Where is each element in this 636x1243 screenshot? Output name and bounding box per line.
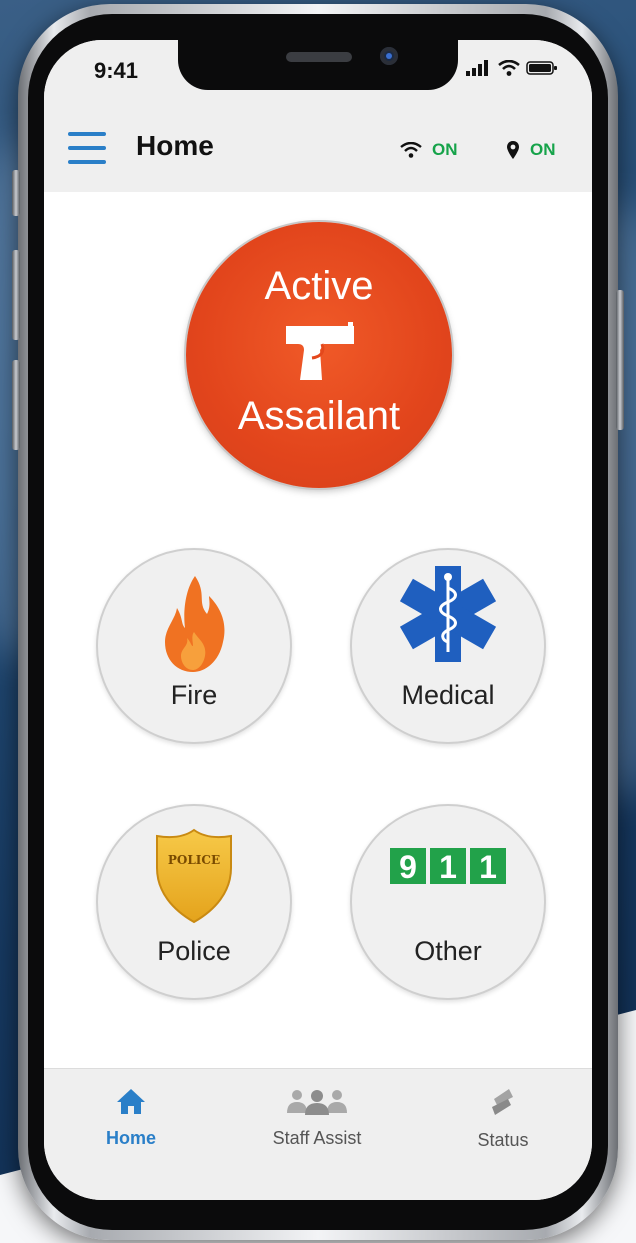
emergency-grid: Active Assailant Fire Medical POLICE Pol… bbox=[44, 192, 592, 1068]
medical-label: Medical bbox=[401, 680, 495, 710]
status-icon bbox=[492, 1089, 513, 1115]
tab-bar: Home Staff Assist Status bbox=[44, 1068, 592, 1200]
tab-home-label: Home bbox=[105, 1128, 156, 1148]
speaker-grille bbox=[286, 52, 352, 62]
location-status-text: ON bbox=[530, 140, 556, 159]
cellular-signal-icon bbox=[466, 60, 488, 76]
active-assailant-button[interactable]: Active Assailant bbox=[186, 222, 452, 488]
status-icons bbox=[466, 60, 558, 76]
phone-screen: 9:41 Home ON ON Active Assailant Fire Me… bbox=[44, 40, 592, 1200]
flame-icon bbox=[165, 576, 225, 672]
front-camera bbox=[380, 47, 398, 65]
battery-icon bbox=[526, 61, 557, 75]
pistol-icon bbox=[286, 322, 354, 380]
police-button[interactable]: POLICE Police bbox=[96, 804, 292, 1000]
status-time: 9:41 bbox=[94, 58, 139, 83]
police-badge-icon: POLICE bbox=[156, 828, 232, 924]
wifi-indicator: ON bbox=[400, 140, 458, 160]
tab-staff-assist[interactable]: Staff Assist bbox=[242, 1087, 392, 1149]
wifi-status-text: ON bbox=[432, 140, 458, 159]
medical-button[interactable]: Medical bbox=[350, 548, 546, 744]
fire-button[interactable]: Fire bbox=[96, 548, 292, 744]
app-header: Home ON ON bbox=[44, 100, 592, 192]
hamburger-menu-icon[interactable] bbox=[68, 132, 106, 164]
home-icon bbox=[117, 1089, 145, 1114]
other-button[interactable]: 9 1 1 Other bbox=[350, 804, 546, 1000]
police-label: Police bbox=[157, 936, 231, 966]
location-pin-icon bbox=[507, 141, 519, 159]
notch bbox=[178, 40, 458, 90]
fire-label: Fire bbox=[170, 680, 218, 710]
digit-9: 9 bbox=[399, 849, 417, 885]
wifi-status-icon bbox=[498, 60, 520, 76]
power-button bbox=[616, 290, 624, 430]
volume-up-button bbox=[12, 250, 20, 340]
active-assailant-label-line1: Active bbox=[264, 264, 374, 308]
tab-status-label: Status bbox=[477, 1130, 529, 1150]
digit-1-second: 1 bbox=[479, 849, 497, 885]
tab-status[interactable]: Status bbox=[428, 1087, 578, 1151]
911-icon: 9 1 1 bbox=[390, 848, 506, 885]
page-title: Home bbox=[136, 130, 214, 161]
tab-home[interactable]: Home bbox=[56, 1087, 206, 1149]
volume-down-button bbox=[12, 360, 20, 450]
mute-switch bbox=[12, 170, 20, 216]
tab-staff-assist-label: Staff Assist bbox=[272, 1128, 362, 1148]
location-indicator: ON bbox=[506, 140, 556, 160]
digit-1: 1 bbox=[439, 849, 457, 885]
police-badge-text: POLICE bbox=[168, 853, 220, 867]
other-label: Other bbox=[414, 936, 482, 966]
staff-group-icon bbox=[287, 1090, 347, 1115]
star-of-life-icon bbox=[399, 566, 497, 662]
active-assailant-label-line2: Assailant bbox=[237, 394, 401, 438]
wifi-icon bbox=[400, 142, 422, 158]
